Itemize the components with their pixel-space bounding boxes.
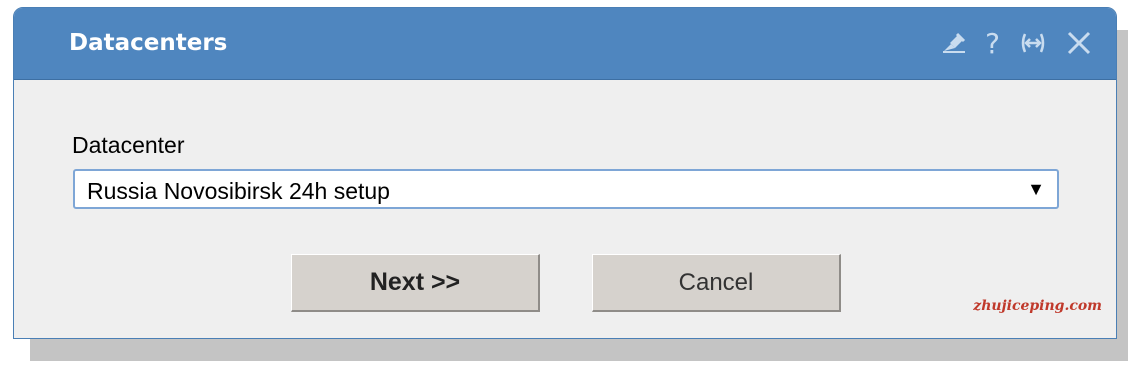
cancel-button[interactable]: Cancel	[592, 254, 841, 312]
datacenter-select-value: Russia Novosibirsk 24h setup	[87, 178, 390, 204]
pin-icon[interactable]	[941, 32, 967, 54]
datacenter-select[interactable]: Russia Novosibirsk 24h setup ▼	[73, 169, 1059, 209]
datacenter-label: Datacenter	[72, 132, 185, 158]
datacenters-dialog: Datacenters ? Datacenter Russia Novosibi…	[13, 7, 1117, 339]
titlebar-controls: ?	[941, 26, 1092, 60]
next-button[interactable]: Next >>	[291, 254, 540, 312]
chevron-down-icon: ▼	[1027, 179, 1045, 199]
dialog-title: Datacenters	[69, 30, 228, 56]
watermark: zhujiceping.com	[973, 298, 1102, 314]
dialog-titlebar[interactable]: Datacenters ?	[14, 8, 1116, 80]
help-icon[interactable]: ?	[985, 27, 1000, 60]
close-icon[interactable]	[1066, 30, 1092, 56]
expand-width-icon[interactable]	[1018, 31, 1048, 55]
